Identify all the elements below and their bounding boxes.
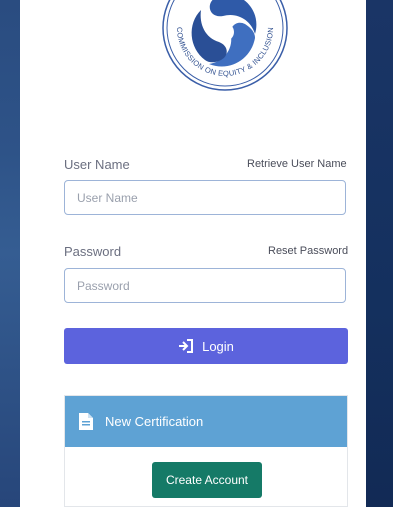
new-certification-panel: New Certification Create Account [64, 395, 348, 507]
create-account-button[interactable]: Create Account [152, 462, 262, 498]
commission-seal-logo: COMMISSION ON EQUITY & INCLUSION [162, 0, 288, 91]
sign-in-icon [178, 339, 194, 353]
new-certification-header: New Certification [65, 396, 347, 447]
reset-password-link[interactable]: Reset Password [268, 245, 348, 257]
password-label: Password [64, 244, 122, 259]
password-input[interactable] [64, 268, 346, 303]
background-left [0, 0, 20, 507]
retrieve-username-link[interactable]: Retrieve User Name [247, 158, 347, 170]
username-label: User Name [64, 157, 130, 172]
login-button-label: Login [202, 338, 234, 354]
document-icon [79, 413, 93, 430]
login-card: COMMISSION ON EQUITY & INCLUSION User Na… [20, 0, 366, 507]
username-input[interactable] [64, 180, 346, 215]
login-button[interactable]: Login [64, 328, 348, 364]
new-certification-title: New Certification [105, 414, 204, 429]
background-right [366, 0, 393, 507]
